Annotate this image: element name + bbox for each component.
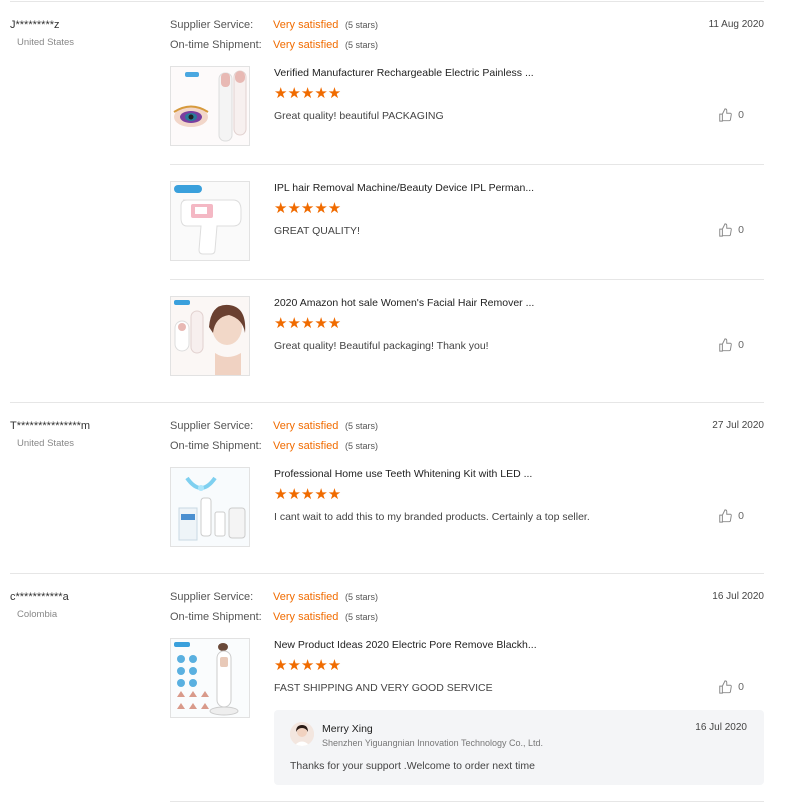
thumbs-up-icon: [719, 108, 732, 122]
reviewer-name: J*********z: [10, 19, 60, 31]
supplier-service-label: Supplier Service:: [170, 591, 254, 603]
avatar: [290, 722, 314, 746]
product-title[interactable]: 2020 Amazon hot sale Women's Facial Hair…: [274, 297, 534, 309]
supplier-service-value: Very satisfied: [273, 591, 339, 603]
like-button[interactable]: 0: [718, 108, 744, 122]
product-thumbnail[interactable]: [170, 296, 250, 376]
reviewer-name: T***************m: [10, 420, 91, 432]
like-count: 0: [738, 224, 744, 236]
review-comment: Great quality! Beautiful packaging! Than…: [274, 340, 489, 352]
product-title[interactable]: IPL hair Removal Machine/Beauty Device I…: [274, 182, 534, 194]
like-button[interactable]: 0: [718, 223, 744, 237]
like-count: 0: [738, 681, 744, 693]
ontime-shipment-stars: (5 stars): [345, 40, 379, 50]
product-star-rating: ★★★★★: [274, 315, 342, 332]
product-star-rating: ★★★★★: [274, 85, 342, 102]
reviewer-country: United States: [17, 37, 75, 48]
reply-text: Thanks for your support .Welcome to orde…: [290, 760, 535, 772]
ontime-shipment-label: On-time Shipment:: [170, 440, 262, 452]
reply-company: Shenzhen Yiguangnian Innovation Technolo…: [322, 738, 544, 748]
supplier-service-value: Very satisfied: [273, 420, 339, 432]
review-comment: FAST SHIPPING AND VERY GOOD SERVICE: [274, 682, 493, 694]
product-review: IPL hair Removal Machine/Beauty Device I…: [170, 181, 764, 281]
product-review: 2020 Amazon hot sale Women's Facial Hair…: [170, 296, 764, 396]
reply-author-name: Merry Xing: [322, 723, 373, 735]
like-button[interactable]: 0: [718, 509, 744, 523]
like-count: 0: [738, 339, 744, 351]
reviewer-country: Colombia: [17, 609, 58, 620]
like-count: 0: [738, 510, 744, 522]
product-title[interactable]: Professional Home use Teeth Whitening Ki…: [274, 468, 532, 480]
supplier-service-label: Supplier Service:: [170, 19, 254, 31]
product-title[interactable]: New Product Ideas 2020 Electric Pore Rem…: [274, 639, 537, 651]
ontime-shipment-stars: (5 stars): [345, 612, 379, 622]
ontime-shipment-value: Very satisfied: [273, 611, 339, 623]
reply-date: 16 Jul 2020: [695, 722, 747, 733]
review-date: 11 Aug 2020: [708, 19, 764, 30]
thumbs-up-icon: [719, 509, 732, 523]
product-review: Professional Home use Teeth Whitening Ki…: [170, 467, 764, 567]
top-divider: [10, 1, 764, 2]
product-review: Verified Manufacturer Rechargeable Elect…: [170, 66, 764, 166]
reviewer-name: c***********a: [10, 591, 69, 603]
thumbs-up-icon: [719, 680, 732, 694]
review-comment: GREAT QUALITY!: [274, 225, 360, 237]
review-comment: Great quality! beautiful PACKAGING: [274, 110, 444, 122]
ontime-shipment-label: On-time Shipment:: [170, 611, 262, 623]
supplier-service-label: Supplier Service:: [170, 420, 254, 432]
product-thumbnail[interactable]: [170, 66, 250, 146]
product-title[interactable]: Verified Manufacturer Rechargeable Elect…: [274, 67, 534, 79]
ontime-shipment-value: Very satisfied: [273, 39, 339, 51]
like-count: 0: [738, 109, 744, 121]
product-thumbnail[interactable]: [170, 467, 250, 547]
supplier-reply: Merry Xing Shenzhen Yiguangnian Innovati…: [274, 710, 764, 785]
product-star-rating: ★★★★★: [274, 486, 342, 503]
review-date: 16 Jul 2020: [712, 591, 764, 602]
reviewer-country: United States: [17, 438, 75, 449]
product-star-rating: ★★★★★: [274, 200, 342, 217]
review-comment: I cant wait to add this to my branded pr…: [274, 511, 590, 523]
thumbs-up-icon: [719, 338, 732, 352]
like-button[interactable]: 0: [718, 338, 744, 352]
supplier-service-stars: (5 stars): [345, 592, 379, 602]
supplier-service-stars: (5 stars): [345, 421, 379, 431]
ontime-shipment-label: On-time Shipment:: [170, 39, 262, 51]
product-thumbnail[interactable]: [170, 638, 250, 718]
ontime-shipment-stars: (5 stars): [345, 441, 379, 451]
review-divider: [10, 402, 764, 403]
ontime-shipment-value: Very satisfied: [273, 440, 339, 452]
thumbs-up-icon: [719, 223, 732, 237]
product-star-rating: ★★★★★: [274, 657, 342, 674]
supplier-service-value: Very satisfied: [273, 19, 339, 31]
review-date: 27 Jul 2020: [712, 420, 764, 431]
product-thumbnail[interactable]: [170, 181, 250, 261]
review-divider: [10, 573, 764, 574]
review-divider: [170, 801, 764, 802]
like-button[interactable]: 0: [718, 680, 744, 694]
supplier-service-stars: (5 stars): [345, 20, 379, 30]
